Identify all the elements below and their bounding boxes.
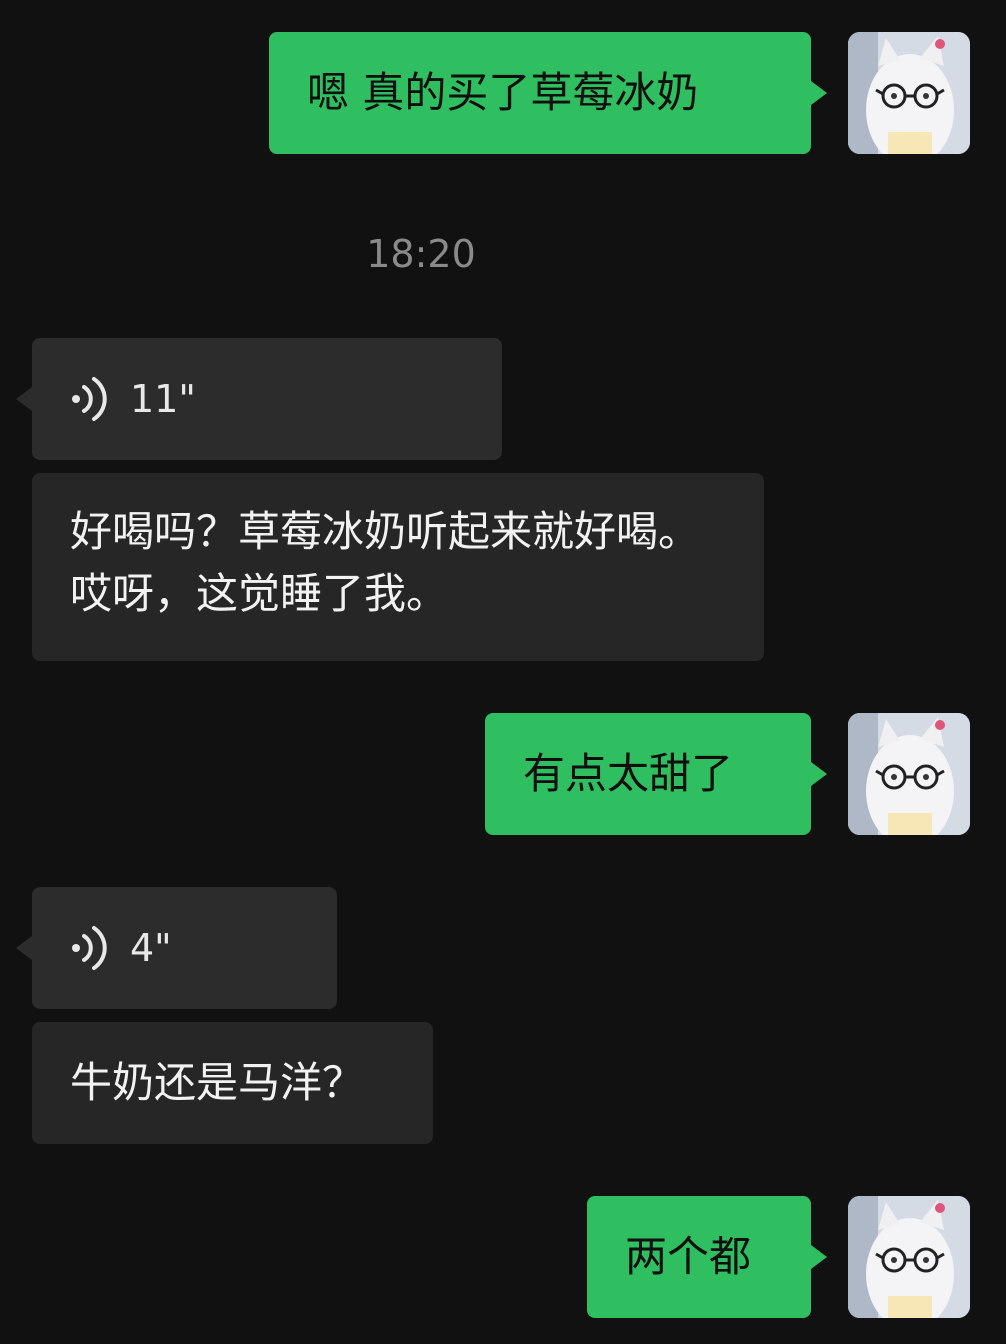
voice-message[interactable]: 4": [32, 887, 337, 1009]
outgoing-message[interactable]: 有点太甜了: [485, 713, 811, 835]
outgoing-message[interactable]: 嗯 真的买了草莓冰奶: [269, 32, 811, 154]
voice-wave-icon: [72, 926, 107, 970]
message-text: 好喝吗？草莓冰奶听起来就好喝。哎呀，这觉睡了我。: [70, 507, 701, 618]
voice-duration: 11": [130, 377, 196, 421]
cat-avatar-icon: [848, 713, 970, 835]
message-text: 两个都: [625, 1232, 752, 1281]
incoming-message[interactable]: 牛奶还是马洋？: [32, 1022, 433, 1144]
chat-window: 嗯 真的买了草莓冰奶 18:20 11" 好喝吗？草莓冰奶听起来就好喝。哎呀，这…: [0, 0, 1006, 1344]
voice-message[interactable]: 11": [32, 338, 502, 460]
outgoing-message[interactable]: 两个都: [587, 1196, 811, 1318]
message-text: 有点太甜了: [523, 749, 734, 798]
message-text: 牛奶还是马洋？: [70, 1058, 365, 1107]
cat-avatar-icon: [848, 1196, 970, 1318]
avatar[interactable]: [848, 713, 970, 835]
voice-duration: 4": [130, 926, 172, 970]
message-timestamp: 18:20: [366, 232, 476, 276]
message-text: 嗯 真的买了草莓冰奶: [307, 68, 699, 117]
incoming-message[interactable]: 好喝吗？草莓冰奶听起来就好喝。哎呀，这觉睡了我。: [32, 473, 764, 661]
avatar[interactable]: [848, 32, 970, 154]
voice-wave-icon: [72, 377, 107, 421]
avatar[interactable]: [848, 1196, 970, 1318]
cat-avatar-icon: [848, 32, 970, 154]
